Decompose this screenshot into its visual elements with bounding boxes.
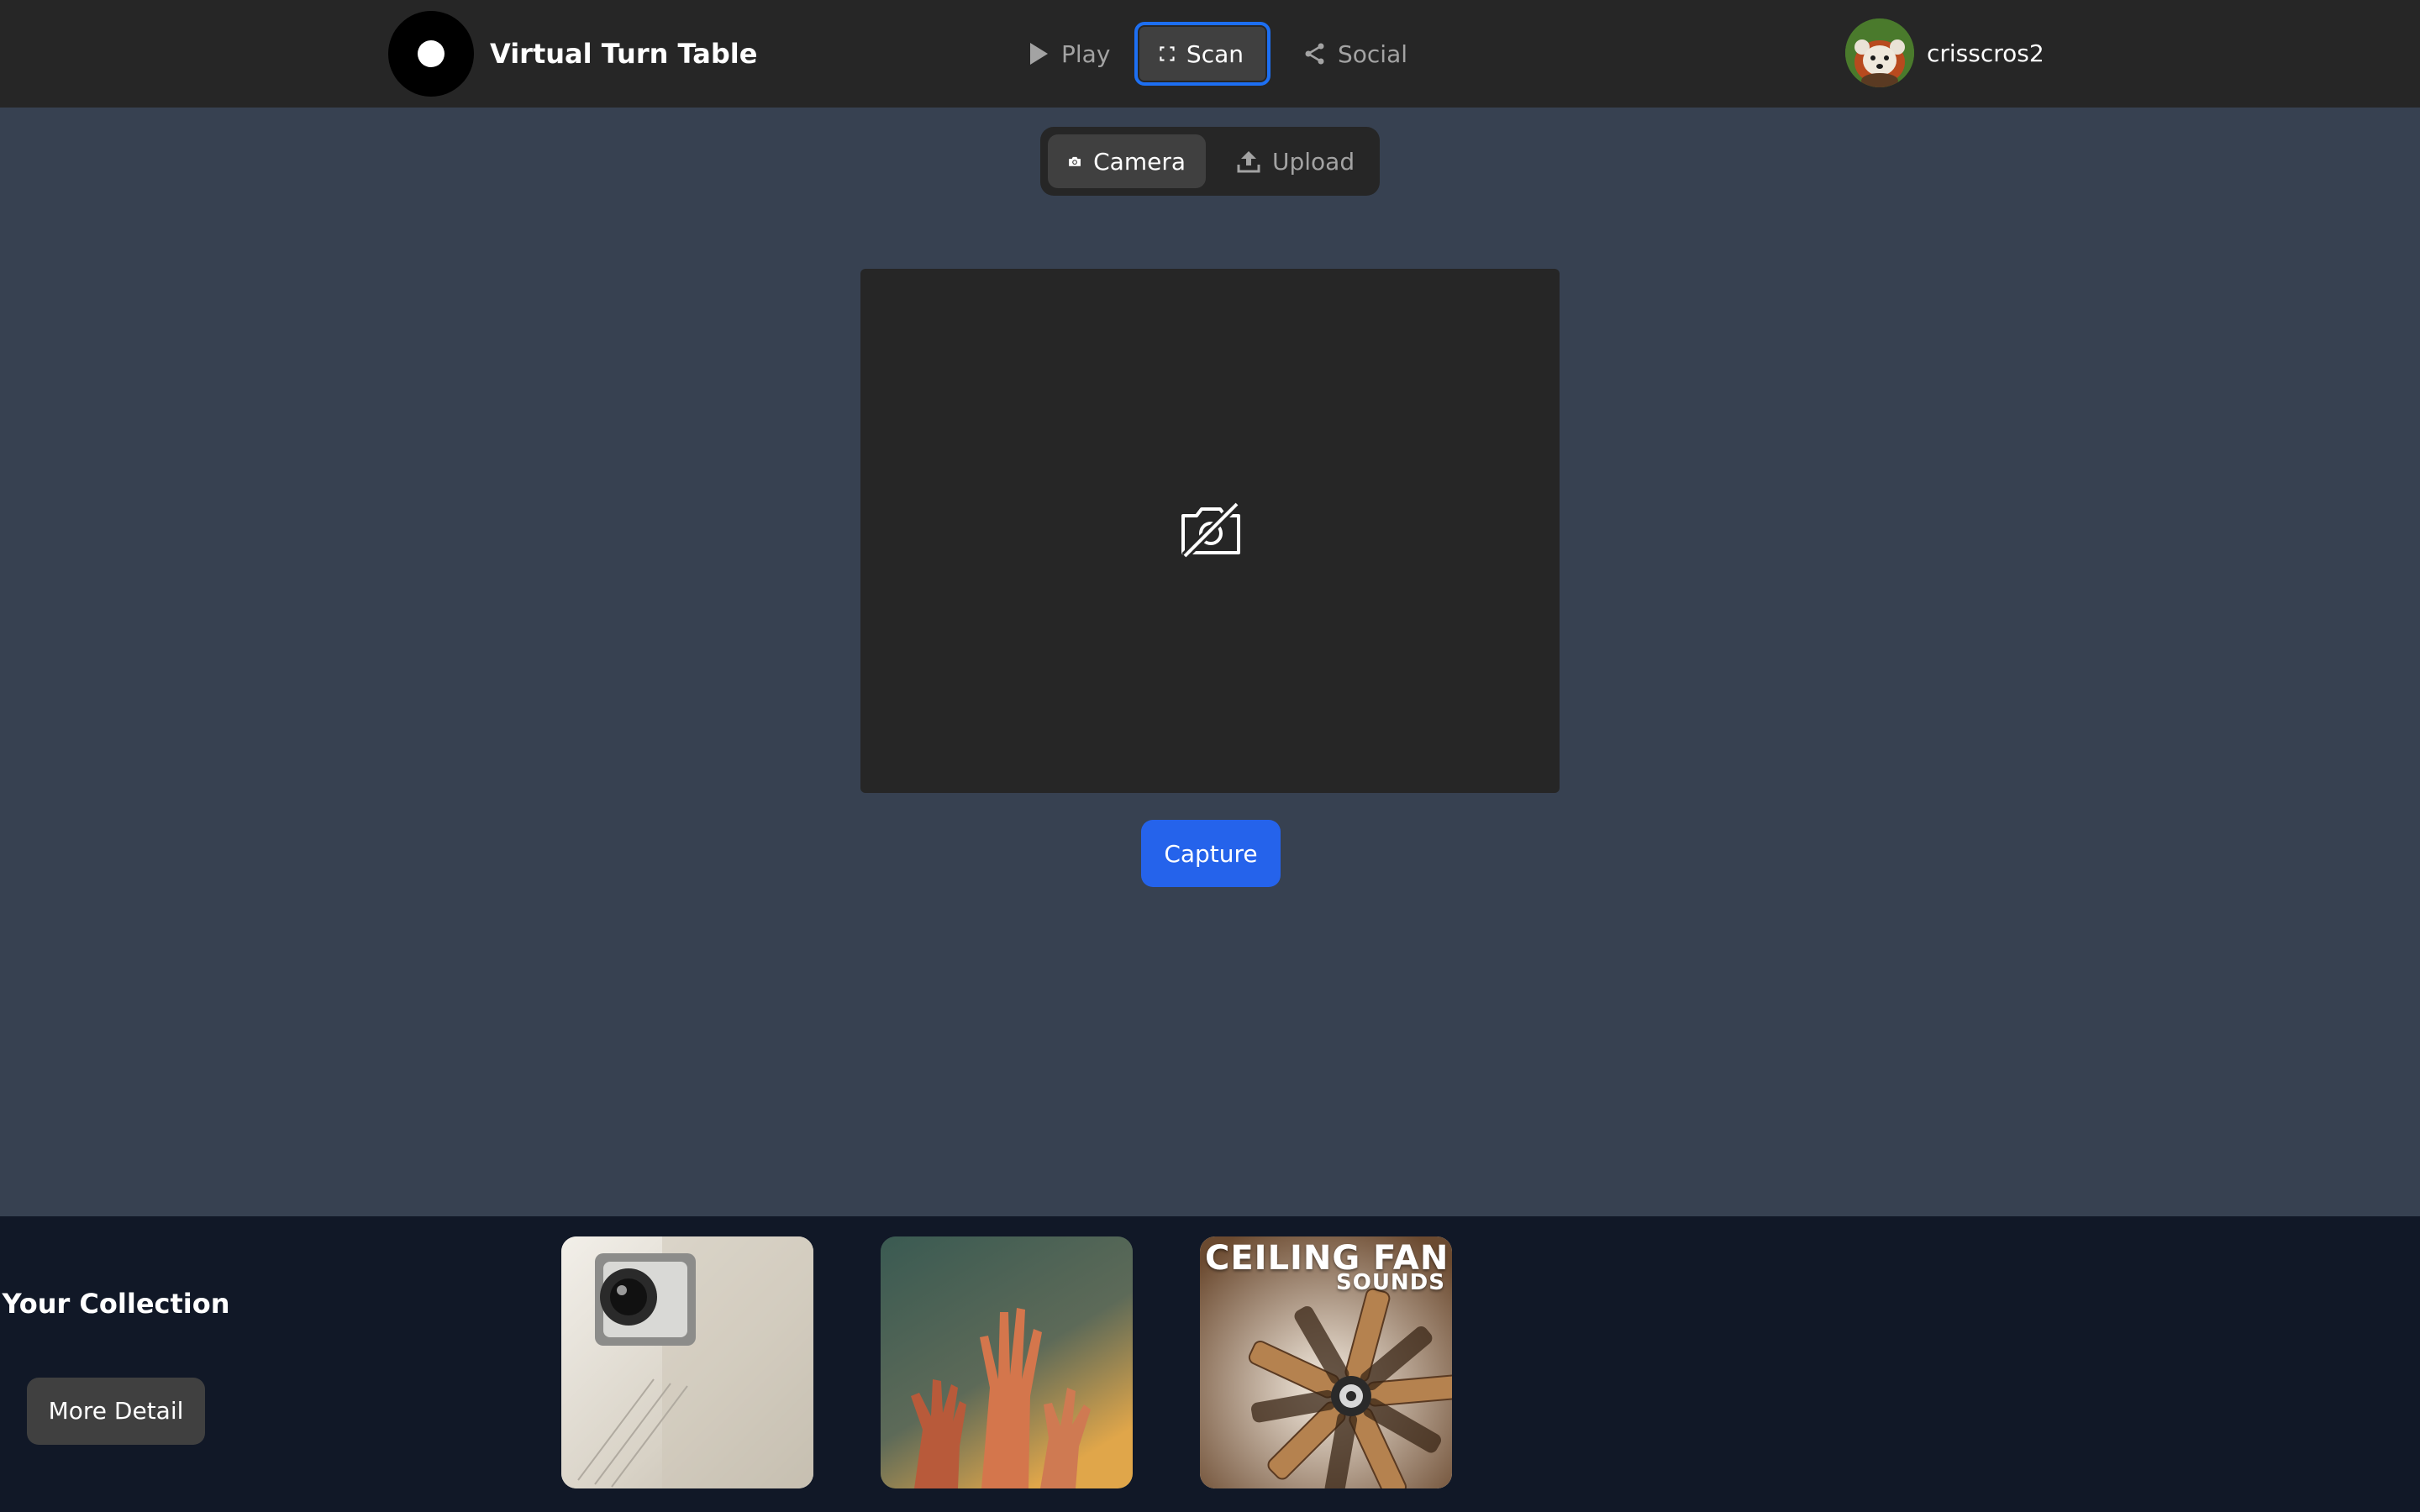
nav-social-label: Social [1338,39,1408,68]
username[interactable]: crisscros2 [1927,35,2044,72]
red-panda-avatar [1845,18,1914,87]
more-detail-button[interactable]: More Detail [27,1378,205,1445]
upload-tab[interactable]: Upload [1217,134,1375,188]
play-icon [1030,43,1048,65]
album-cover[interactable]: CEILING FAN SOUNDS [1200,1236,1452,1488]
collection-title: Your Collection [2,1288,230,1320]
app-title[interactable]: Virtual Turn Table [490,34,757,74]
share-icon [1305,43,1324,65]
collection-bar: Your Collection More Detail CEILING FAN … [0,1216,2420,1512]
nav-play-button[interactable]: Play [1004,22,1134,86]
album-cover[interactable] [561,1236,813,1488]
source-toggle: Camera Upload [1040,127,1380,196]
raised-hands-album-cover [881,1236,1133,1488]
camera-tab[interactable]: Camera [1048,134,1206,188]
disco-ball-album-cover [561,1236,813,1488]
album-title-line-2: SOUNDS [1335,1270,1445,1295]
camera-off-icon [1181,502,1240,558]
vinyl-record-icon[interactable] [388,11,474,97]
nav-play-label: Play [1061,39,1111,68]
upload-icon [1237,151,1260,173]
scan-frame-icon [1160,46,1175,61]
record-center [418,40,445,67]
nav-social-button[interactable]: Social [1281,22,1431,86]
nav-scan-button[interactable]: Scan [1134,22,1270,86]
avatar[interactable] [1845,18,1914,87]
nav-scan-label: Scan [1186,39,1244,68]
upload-tab-label: Upload [1272,147,1355,176]
top-navigation: Virtual Turn Table Play Scan Social cris… [0,0,2420,108]
camera-tab-label: Camera [1093,147,1186,176]
album-cover[interactable] [881,1236,1133,1488]
camera-icon [1069,156,1081,166]
camera-viewport[interactable] [860,269,1560,793]
capture-button[interactable]: Capture [1141,820,1281,887]
